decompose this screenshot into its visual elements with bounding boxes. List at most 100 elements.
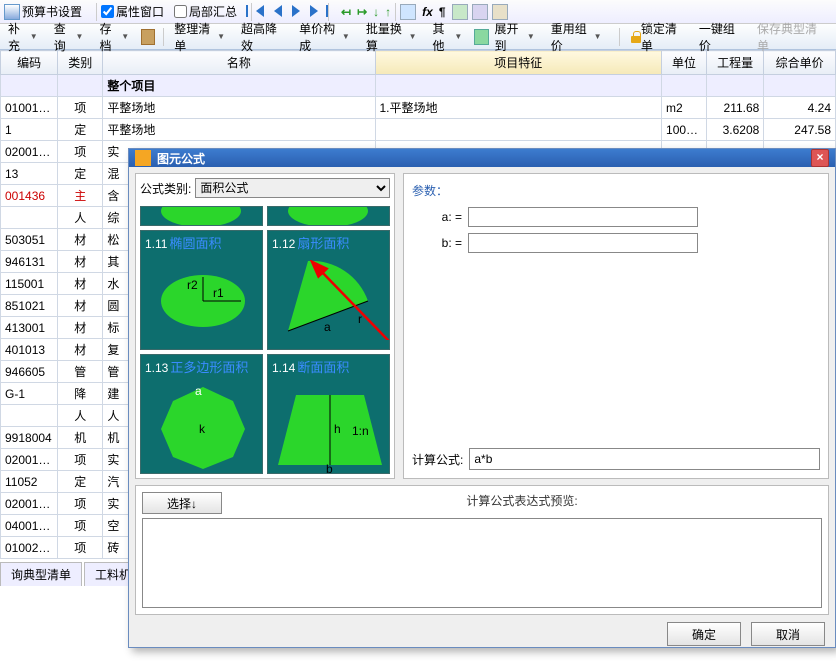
param-b-input[interactable]: [468, 233, 698, 253]
shape-sector[interactable]: 1.12扇形面积 a r: [267, 230, 390, 350]
book-icon[interactable]: [141, 29, 155, 45]
close-icon[interactable]: ×: [811, 149, 829, 167]
cell-code[interactable]: 02001004: [1, 449, 58, 471]
cell-type[interactable]: 项: [58, 97, 103, 119]
tidy-menu[interactable]: 整理清单▼: [170, 18, 229, 56]
cell-qty[interactable]: 211.68: [707, 97, 764, 119]
cell-type[interactable]: 项: [58, 537, 103, 559]
cell-type[interactable]: 降: [58, 383, 103, 405]
expand-menu[interactable]: 展开到▼: [491, 18, 539, 56]
select-button[interactable]: 选择↓: [142, 492, 222, 514]
param-a-input[interactable]: [468, 207, 698, 227]
cell-name[interactable]: 整个项目: [103, 75, 375, 97]
cell-type[interactable]: 材: [58, 229, 103, 251]
cell-type[interactable]: 定: [58, 119, 103, 141]
cell-unit[interactable]: m2: [662, 97, 707, 119]
property-checkbox[interactable]: [101, 5, 114, 18]
cell-type[interactable]: [58, 75, 103, 97]
cell-type[interactable]: 项: [58, 493, 103, 515]
shape-polygon[interactable]: 1.13正多边形面积 k a: [140, 354, 263, 474]
nav-prev-icon[interactable]: [274, 5, 288, 19]
move-right-icon[interactable]: ↦: [357, 5, 367, 19]
cell-feat[interactable]: [375, 119, 662, 141]
cell-price[interactable]: 4.24: [764, 97, 836, 119]
archive-menu[interactable]: 存档▼: [95, 18, 133, 56]
cell-type[interactable]: 人: [58, 405, 103, 427]
tool2-icon[interactable]: [472, 4, 488, 20]
cell-unit[interactable]: [662, 75, 707, 97]
cell-code[interactable]: 02001001: [1, 141, 58, 163]
cell-code[interactable]: 851021: [1, 295, 58, 317]
cell-type[interactable]: 材: [58, 251, 103, 273]
cell-code[interactable]: 02001003: [1, 493, 58, 515]
cell-code[interactable]: [1, 405, 58, 427]
tree-icon[interactable]: [474, 29, 488, 45]
table-row[interactable]: 整个项目: [1, 75, 836, 97]
query-menu[interactable]: 查询▼: [50, 18, 88, 56]
batch-menu[interactable]: 批量换算▼: [362, 18, 421, 56]
cell-code[interactable]: G-1: [1, 383, 58, 405]
cell-name[interactable]: 平整场地: [103, 119, 375, 141]
cell-type[interactable]: 材: [58, 295, 103, 317]
nav-next-icon[interactable]: [292, 5, 306, 19]
cell-code[interactable]: 401013: [1, 339, 58, 361]
move-down-icon[interactable]: ↓: [373, 5, 379, 19]
nav-last-icon[interactable]: [310, 5, 324, 19]
table-row[interactable]: 1定平整场地 100m23.6208247.58: [1, 119, 836, 141]
formula-type-select[interactable]: 面积公式: [195, 178, 390, 198]
cell-qty[interactable]: 3.6208: [707, 119, 764, 141]
cell-code[interactable]: [1, 207, 58, 229]
shape-partial-right[interactable]: [267, 206, 390, 226]
cell-code[interactable]: 1: [1, 119, 58, 141]
cell-code[interactable]: 413001: [1, 317, 58, 339]
cell-code[interactable]: 946131: [1, 251, 58, 273]
cell-code[interactable]: 01002001: [1, 537, 58, 559]
cell-type[interactable]: 材: [58, 273, 103, 295]
cell-code[interactable]: 9918004: [1, 427, 58, 449]
fill-menu[interactable]: 补充▼: [4, 18, 42, 56]
cell-type[interactable]: 定: [58, 163, 103, 185]
cell-type[interactable]: 人: [58, 207, 103, 229]
cell-type[interactable]: 机: [58, 427, 103, 449]
lock-btn[interactable]: 锁定清单: [626, 18, 687, 56]
fx-icon[interactable]: fx: [422, 5, 433, 19]
cell-type[interactable]: 定: [58, 471, 103, 493]
shape-section[interactable]: 1.14断面面积 h 1:n b: [267, 354, 390, 474]
cell-type[interactable]: 材: [58, 317, 103, 339]
cell-price[interactable]: [764, 75, 836, 97]
cell-code[interactable]: [1, 75, 58, 97]
formula-input[interactable]: [469, 448, 820, 470]
shape-list[interactable]: 1.11椭圆面积 r1 r2 1.12扇形面积: [136, 202, 394, 478]
cell-code[interactable]: 503051: [1, 229, 58, 251]
cell-code[interactable]: 946605: [1, 361, 58, 383]
shape-ellipse[interactable]: 1.11椭圆面积 r1 r2: [140, 230, 263, 350]
cancel-button[interactable]: 取消: [751, 622, 825, 646]
cell-code[interactable]: 001436: [1, 185, 58, 207]
cell-code[interactable]: 11052: [1, 471, 58, 493]
nav-first-icon[interactable]: [256, 5, 270, 19]
cell-unit[interactable]: 100m2: [662, 119, 707, 141]
table-row[interactable]: 01001001项平整场地1.平整场地m2211.684.24: [1, 97, 836, 119]
cell-type[interactable]: 项: [58, 515, 103, 537]
cell-price[interactable]: 247.58: [764, 119, 836, 141]
dialog-titlebar[interactable]: 图元公式 ×: [129, 149, 835, 167]
cell-type[interactable]: 主: [58, 185, 103, 207]
other-menu[interactable]: 其他▼: [429, 18, 467, 56]
cell-qty[interactable]: [707, 75, 764, 97]
shape-partial-left[interactable]: [140, 206, 263, 226]
cell-type[interactable]: 项: [58, 449, 103, 471]
cell-type[interactable]: 材: [58, 339, 103, 361]
onekey-btn[interactable]: 一键组价: [695, 18, 745, 56]
tab-typical[interactable]: 询典型清单: [0, 562, 82, 586]
cell-name[interactable]: 平整场地: [103, 97, 375, 119]
summary-checkbox[interactable]: [174, 5, 187, 18]
cell-code[interactable]: 01001001: [1, 97, 58, 119]
cell-code[interactable]: 115001: [1, 273, 58, 295]
cell-type[interactable]: 管: [58, 361, 103, 383]
cell-code[interactable]: 13: [1, 163, 58, 185]
move-up-icon[interactable]: ↑: [385, 5, 391, 19]
unit-menu[interactable]: 单价构成▼: [295, 18, 354, 56]
cell-feat[interactable]: 1.平整场地: [375, 97, 662, 119]
move-left-icon[interactable]: ↤: [341, 5, 351, 19]
cell-feat[interactable]: [375, 75, 662, 97]
